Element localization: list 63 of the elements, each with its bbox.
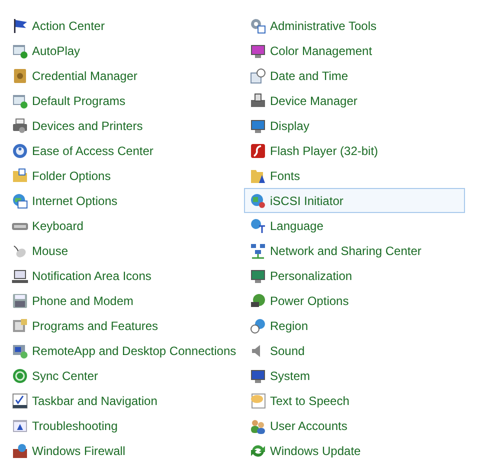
control-panel-item[interactable]: Ease of Access Center <box>6 138 160 163</box>
update-arrows-icon <box>250 442 266 458</box>
control-panel-item[interactable]: Folder Options <box>6 163 117 188</box>
control-panel-item[interactable]: Sync Center <box>6 363 104 388</box>
control-panel-item[interactable]: Programs and Features <box>6 313 164 338</box>
control-panel-item[interactable]: Fonts <box>244 163 306 188</box>
accessibility-icon <box>12 142 28 158</box>
control-panel-item[interactable]: Devices and Printers <box>6 113 149 138</box>
network-icon <box>250 242 266 258</box>
control-panel-item[interactable]: Troubleshooting <box>6 413 124 438</box>
laptop-icon <box>12 268 28 284</box>
control-panel-item[interactable]: Sound <box>244 338 311 363</box>
control-panel-item[interactable]: Notification Area Icons <box>6 263 158 288</box>
control-panel-item[interactable]: Display <box>244 113 316 138</box>
flash-icon <box>250 142 266 158</box>
troubleshoot-icon <box>12 418 28 434</box>
control-panel-item[interactable]: System <box>244 363 316 388</box>
control-panel-item[interactable]: Administrative Tools <box>244 13 382 38</box>
control-panel-item[interactable]: Default Programs <box>6 88 132 113</box>
folder-icon <box>250 168 266 184</box>
control-panel-item[interactable]: Taskbar and Navigation <box>6 388 164 413</box>
control-panel-item[interactable]: Mouse <box>6 238 74 263</box>
program-box-icon <box>12 318 28 334</box>
control-panel-item[interactable]: Credential Manager <box>6 63 144 88</box>
control-panel-item[interactable]: Text to Speech <box>244 388 356 413</box>
control-panel-item[interactable]: Action Center <box>6 13 111 38</box>
flag-icon <box>12 18 28 34</box>
control-panel-item[interactable]: iSCSI Initiator <box>244 188 465 213</box>
control-panel-item[interactable]: RemoteApp and Desktop Connections <box>6 338 242 363</box>
control-panel-item[interactable]: User Accounts <box>244 413 354 438</box>
control-panel-item[interactable]: Date and Time <box>244 63 354 88</box>
users-icon <box>250 418 266 434</box>
monitor-icon <box>250 368 266 384</box>
window-icon <box>12 42 28 58</box>
control-panel-item[interactable]: Power Options <box>244 288 355 313</box>
monitor-icon <box>250 268 266 284</box>
control-panel-item[interactable]: Device Manager <box>244 88 364 113</box>
safe-icon <box>12 68 28 84</box>
calendar-clock-icon <box>250 68 266 84</box>
folder-icon <box>12 168 28 184</box>
monitor-icon <box>250 118 266 134</box>
sync-icon <box>12 368 28 384</box>
control-panel-item[interactable]: Windows Update <box>244 438 367 463</box>
control-panel-item[interactable]: Personalization <box>244 263 358 288</box>
control-panel-item[interactable]: Windows Firewall <box>6 438 132 463</box>
phone-icon <box>12 292 28 308</box>
taskbar-icon <box>12 392 28 408</box>
printer-icon <box>12 118 28 134</box>
remote-desktop-icon <box>12 342 28 358</box>
control-panel-item[interactable]: Region <box>244 313 314 338</box>
speech-bubble-icon <box>250 392 266 408</box>
control-panel-item[interactable]: Keyboard <box>6 213 90 238</box>
monitor-icon <box>250 42 266 58</box>
control-panel-item[interactable]: Internet Options <box>6 188 124 213</box>
control-panel-item[interactable]: Network and Sharing Center <box>244 238 428 263</box>
mouse-icon <box>12 242 28 258</box>
control-panel-item[interactable]: AutoPlay <box>6 38 86 63</box>
control-panel-item[interactable]: Language <box>244 213 330 238</box>
control-panel-item[interactable]: Color Management <box>244 38 378 63</box>
printer-icon <box>250 92 266 108</box>
window-icon <box>12 92 28 108</box>
control-panel-item[interactable]: Flash Player (32-bit) <box>244 138 384 163</box>
control-panel-item[interactable]: Phone and Modem <box>6 288 140 313</box>
